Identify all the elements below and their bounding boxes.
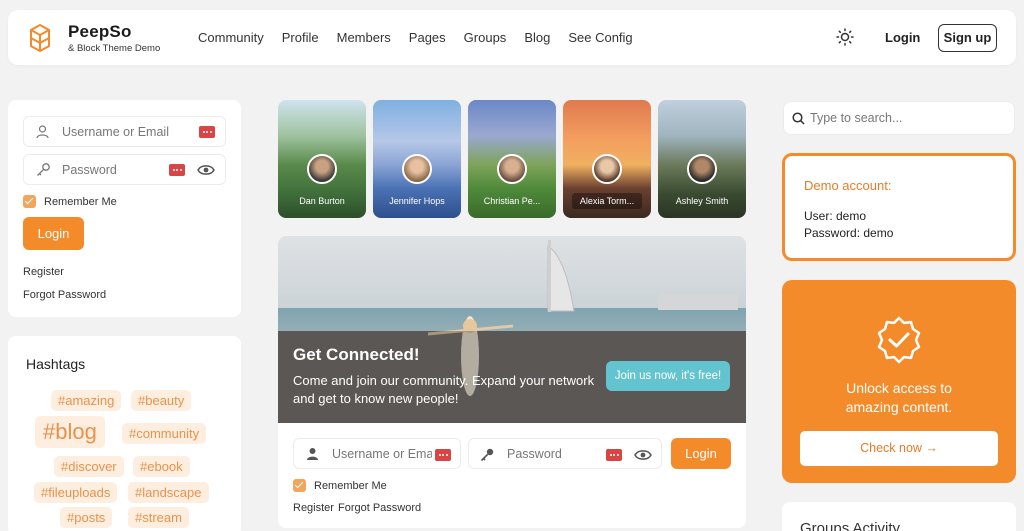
- nav-profile[interactable]: Profile: [282, 30, 319, 45]
- hero-text: Come and join our community. Expand your…: [293, 373, 595, 406]
- header-signup-button[interactable]: Sign up: [938, 24, 997, 52]
- nav-members[interactable]: Members: [337, 30, 391, 45]
- site-header: PeepSo & Block Theme Demo Community Prof…: [8, 10, 1016, 65]
- inline-login-button[interactable]: Login: [671, 438, 731, 469]
- hashtag-community[interactable]: #community: [122, 423, 207, 444]
- eye-icon[interactable]: [197, 164, 215, 176]
- password-manager-icon[interactable]: [435, 449, 451, 461]
- password-field[interactable]: Password: [468, 438, 662, 469]
- avatar: [687, 154, 717, 184]
- nav-pages[interactable]: Pages: [409, 30, 446, 45]
- password-field[interactable]: Password: [23, 154, 226, 185]
- key-icon: [37, 163, 50, 176]
- story-name: Alexia Torm...: [572, 193, 642, 209]
- password-placeholder: Password: [507, 447, 562, 461]
- avatar: [307, 154, 337, 184]
- main-nav: Community Profile Members Pages Groups B…: [198, 30, 651, 45]
- story-card[interactable]: Jennifer Hops: [373, 100, 461, 218]
- badge-check-icon: [877, 316, 921, 364]
- nav-community[interactable]: Community: [198, 30, 264, 45]
- eye-icon[interactable]: [634, 449, 652, 461]
- nav-groups[interactable]: Groups: [464, 30, 507, 45]
- user-icon: [307, 448, 318, 460]
- story-card[interactable]: Christian Pe...: [468, 100, 556, 218]
- unlock-access-card: Unlock access to amazing content. Check …: [782, 280, 1016, 483]
- username-placeholder: Username or Email: [332, 447, 432, 461]
- nav-see-config[interactable]: See Config: [568, 30, 632, 45]
- hashtag-ebook[interactable]: #ebook: [133, 456, 190, 477]
- brand-name[interactable]: PeepSo: [68, 22, 132, 42]
- story-name: Christian Pe...: [483, 196, 541, 206]
- groups-activity-widget: Groups Activity: [782, 502, 1016, 531]
- unlock-text: Unlock access to amazing content.: [782, 379, 1016, 417]
- username-placeholder: Username or Email: [62, 125, 169, 139]
- hashtag-stream[interactable]: #stream: [128, 507, 189, 528]
- avatar: [592, 154, 622, 184]
- story-name: Ashley Smith: [675, 196, 729, 206]
- unlock-line-2: amazing content.: [845, 399, 953, 415]
- hashtag-blog[interactable]: #blog: [35, 416, 105, 448]
- search-icon: [792, 112, 805, 125]
- hashtags-title: Hashtags: [26, 356, 86, 372]
- hashtag-posts[interactable]: #posts: [60, 507, 113, 528]
- demo-title: Demo account:: [804, 178, 892, 193]
- demo-account-card: Demo account: User: demo Password: demo: [782, 153, 1016, 261]
- password-manager-icon[interactable]: [169, 164, 185, 176]
- key-icon: [480, 448, 494, 462]
- username-field[interactable]: Username or Email: [23, 116, 226, 147]
- register-link[interactable]: Register: [23, 266, 64, 278]
- user-icon: [36, 125, 49, 139]
- hashtag-beauty[interactable]: #beauty: [131, 390, 192, 411]
- get-connected-card: Get Connected! Come and join our communi…: [278, 236, 746, 528]
- story-card[interactable]: Dan Burton: [278, 100, 366, 218]
- groups-activity-title: Groups Activity: [800, 520, 901, 531]
- search-placeholder: Type to search...: [810, 111, 903, 125]
- avatar: [402, 154, 432, 184]
- story-card[interactable]: Ashley Smith: [658, 100, 746, 218]
- sun-icon[interactable]: [836, 28, 854, 46]
- hero-title: Get Connected!: [293, 345, 420, 364]
- forgot-password-link[interactable]: Forgot Password: [338, 502, 421, 514]
- peepso-logo-icon[interactable]: [30, 24, 50, 52]
- demo-password: Password: demo: [804, 226, 894, 240]
- avatar: [497, 154, 527, 184]
- remember-checkbox[interactable]: [23, 195, 36, 208]
- header-login-link[interactable]: Login: [885, 30, 920, 45]
- hashtag-amazing[interactable]: #amazing: [51, 390, 122, 411]
- check-now-button[interactable]: Check now →: [800, 431, 998, 466]
- password-manager-icon[interactable]: [606, 449, 622, 461]
- password-manager-icon[interactable]: [199, 126, 215, 138]
- demo-user: User: demo: [804, 209, 867, 223]
- join-now-button[interactable]: Join us now, it's free!: [606, 361, 730, 391]
- unlock-line-1: Unlock access to: [846, 380, 952, 396]
- username-field[interactable]: Username or Email: [293, 438, 461, 469]
- hero-image: Get Connected! Come and join our communi…: [278, 236, 746, 423]
- hashtag-discover[interactable]: #discover: [54, 456, 124, 477]
- brand-tagline: & Block Theme Demo: [68, 43, 161, 54]
- remember-checkbox[interactable]: [293, 479, 306, 492]
- login-button[interactable]: Login: [23, 217, 84, 250]
- story-name: Jennifer Hops: [389, 196, 445, 206]
- hashtag-landscape[interactable]: #landscape: [128, 482, 209, 503]
- story-name: Dan Burton: [299, 196, 345, 206]
- remember-label: Remember Me: [44, 196, 117, 208]
- hashtag-fileuploads[interactable]: #fileuploads: [34, 482, 118, 503]
- search-box[interactable]: Type to search...: [783, 101, 1015, 135]
- register-link[interactable]: Register: [293, 502, 334, 514]
- nav-blog[interactable]: Blog: [524, 30, 550, 45]
- password-placeholder: Password: [62, 163, 117, 177]
- hashtags-widget: Hashtags #amazing #beauty #blog #communi…: [8, 336, 241, 531]
- remember-label: Remember Me: [314, 480, 387, 492]
- story-card[interactable]: Alexia Torm...: [563, 100, 651, 218]
- forgot-password-link[interactable]: Forgot Password: [23, 289, 106, 301]
- login-widget: Username or Email Password Remember Me L…: [8, 100, 241, 317]
